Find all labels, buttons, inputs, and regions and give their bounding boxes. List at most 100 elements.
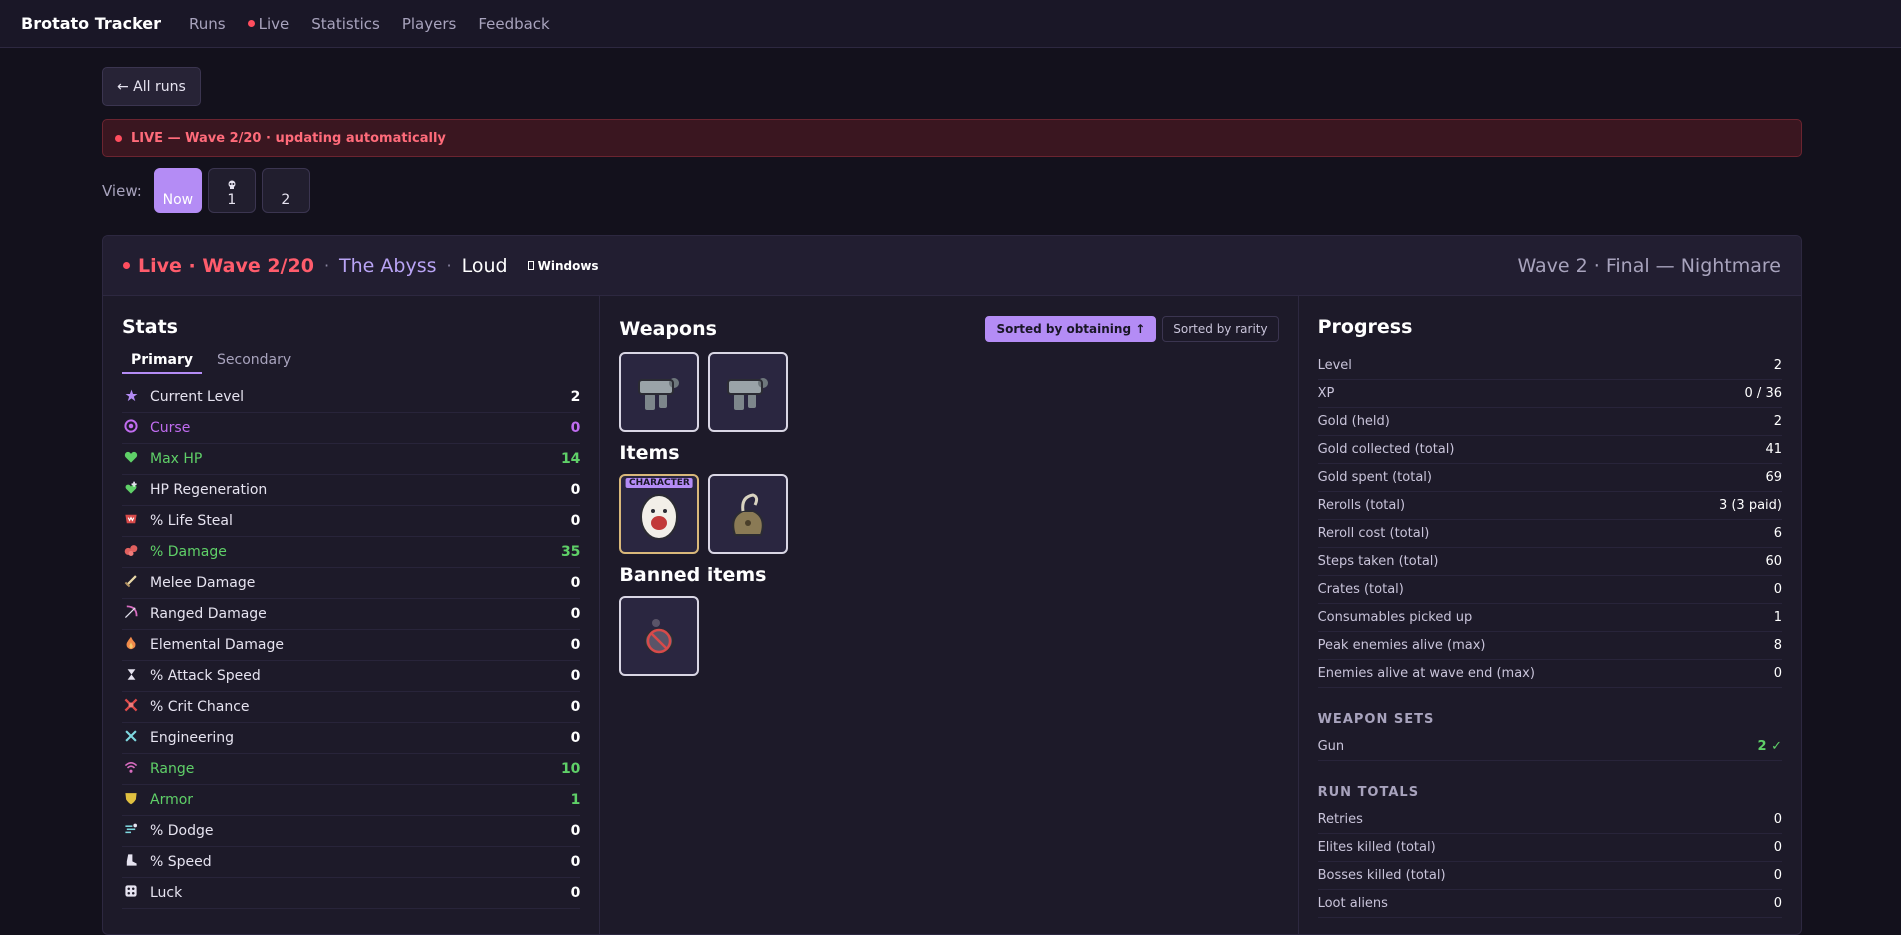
stat-name: Melee Damage	[150, 575, 256, 591]
progress-value: 41	[1765, 442, 1782, 457]
progress-value: 0	[1773, 666, 1782, 681]
wrench-icon	[122, 729, 140, 747]
nav-feedback[interactable]: Feedback	[478, 15, 549, 33]
stat-name: % Life Steal	[150, 513, 233, 529]
stat-row: Range 10	[122, 754, 581, 785]
progress-label: Bosses killed (total)	[1317, 868, 1446, 883]
banned-item-icon	[644, 619, 675, 654]
stat-value: 0	[570, 699, 581, 715]
stat-value: 0	[570, 637, 581, 653]
stat-name: Curse	[150, 420, 191, 436]
stat-value: 35	[560, 544, 581, 560]
stat-value: 0	[570, 575, 581, 591]
weapon-tile[interactable]	[708, 352, 789, 432]
run-live-label: Live · Wave 2/20	[138, 254, 314, 277]
hourglass-icon	[122, 668, 140, 685]
progress-label: Gold (held)	[1317, 414, 1390, 429]
live-dot-icon	[247, 20, 255, 27]
progress-value: 2	[1773, 414, 1782, 429]
tab-secondary[interactable]: Secondary	[208, 352, 300, 374]
view-wave-2-label: 2	[281, 192, 291, 208]
progress-value: 0	[1773, 840, 1782, 855]
nav-players[interactable]: Players	[402, 15, 457, 33]
progress-row: Steps taken (total) 60	[1317, 548, 1782, 576]
run-live-status: Live · Wave 2/20	[123, 255, 314, 277]
sort-by-rarity-button[interactable]: Sorted by rarity	[1162, 316, 1279, 342]
egg-character-icon	[640, 494, 679, 540]
progress-value: 3 (3 paid)	[1718, 498, 1782, 513]
progress-value: 2 ✓	[1757, 739, 1782, 754]
regen-icon	[122, 481, 140, 499]
stat-name: HP Regeneration	[150, 482, 268, 498]
stats-title: Stats	[122, 316, 178, 338]
progress-row: Consumables picked up 1	[1317, 604, 1782, 632]
stat-name: Current Level	[150, 389, 244, 405]
weapon-tile[interactable]	[619, 352, 700, 432]
stat-row: Elemental Damage 0	[122, 630, 581, 661]
stat-name: % Attack Speed	[150, 668, 261, 684]
progress-label: Loot aliens	[1317, 896, 1388, 911]
progress-list: Level 2 XP 0 / 36 Gold (held) 2 Gold collected…	[1317, 352, 1782, 688]
tab-primary[interactable]: Primary	[122, 352, 203, 374]
stat-row: % Speed 0	[122, 847, 581, 878]
nav-runs[interactable]: Runs	[189, 15, 226, 33]
progress-row: Level 2	[1317, 352, 1782, 380]
progress-label: Enemies alive at wave end (max)	[1317, 666, 1535, 681]
banned-item-tile[interactable]	[619, 596, 700, 676]
run-columns: Stats Primary Secondary Current Level 2 Cu…	[103, 296, 1801, 934]
character-tile[interactable]: CHARACTER	[619, 474, 700, 554]
stat-row: % Dodge 0	[122, 816, 581, 847]
stat-row: Max HP 14	[122, 444, 581, 475]
range-icon	[122, 760, 140, 778]
sort-by-obtaining-button[interactable]: Sorted by obtaining ↑	[985, 316, 1157, 342]
stat-name: Luck	[150, 885, 183, 901]
run-mode: Loud	[461, 254, 508, 277]
progress-row: Bosses killed (total) 0	[1317, 862, 1782, 890]
progress-value: 60	[1765, 554, 1782, 569]
progress-row: XP 0 / 36	[1317, 380, 1782, 408]
curse-icon	[122, 419, 140, 437]
progress-row: Peak enemies alive (max) 8	[1317, 632, 1782, 660]
progress-value: 0	[1773, 812, 1782, 827]
item-tile[interactable]	[708, 474, 789, 554]
progress-value: 0 / 36	[1744, 386, 1782, 401]
progress-title: Progress	[1317, 316, 1413, 338]
stat-name: Ranged Damage	[150, 606, 267, 622]
progress-row: Enemies alive at wave end (max) 0	[1317, 660, 1782, 688]
run-totals-title: RUN TOTALS	[1317, 785, 1420, 800]
live-dot-icon	[115, 134, 122, 142]
stat-row: Melee Damage 0	[122, 568, 581, 599]
progress-row: Gold collected (total) 41	[1317, 436, 1782, 464]
live-banner: LIVE — Wave 2/20 · updating automaticall…	[102, 119, 1802, 157]
view-wave-2-button[interactable]: 2	[261, 168, 310, 213]
sack-item-icon	[732, 493, 765, 536]
nav-live[interactable]: Live	[247, 15, 289, 33]
stat-name: % Damage	[150, 544, 227, 560]
progress-value: 6	[1773, 526, 1782, 541]
stat-row: Current Level 2	[122, 382, 581, 413]
progress-label: Crates (total)	[1317, 582, 1404, 597]
stat-value: 0	[570, 823, 581, 839]
brand-logo[interactable]: Brotato Tracker	[21, 14, 161, 33]
items-tiles: CHARACTER	[619, 474, 1278, 554]
view-now-button[interactable]: Now	[153, 168, 202, 213]
stat-value: 0	[570, 854, 581, 870]
stat-name: Engineering	[150, 730, 234, 746]
inventory-column: Weapons Sorted by obtaining ↑ Sorted by …	[600, 296, 1299, 934]
view-wave-1-button[interactable]: 1	[207, 168, 256, 213]
stat-row: Armor 1	[122, 785, 581, 816]
weapons-header: Weapons Sorted by obtaining ↑ Sorted by …	[619, 316, 1279, 342]
stat-name: % Dodge	[150, 823, 214, 839]
progress-row: Rerolls (total) 3 (3 paid)	[1317, 492, 1782, 520]
stat-value: 1	[570, 792, 581, 808]
dodge-icon	[122, 822, 140, 840]
shield-icon	[122, 791, 140, 809]
all-runs-button[interactable]: ← All runs	[102, 67, 201, 106]
nav-statistics[interactable]: Statistics	[311, 15, 380, 33]
fire-icon	[122, 636, 140, 654]
stat-row: % Damage 35	[122, 537, 581, 568]
bow-icon	[122, 605, 140, 623]
progress-label: Peak enemies alive (max)	[1317, 638, 1486, 653]
platform-icon	[527, 261, 534, 270]
stat-value: 10	[560, 761, 581, 777]
